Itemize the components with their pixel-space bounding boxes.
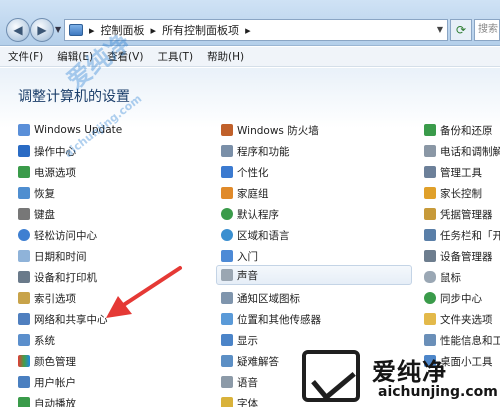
- watermark-logo-icon: [302, 350, 360, 402]
- watermark-url: aichunjing.com: [378, 384, 498, 400]
- watermark-brand: 爱纯净: [372, 358, 447, 386]
